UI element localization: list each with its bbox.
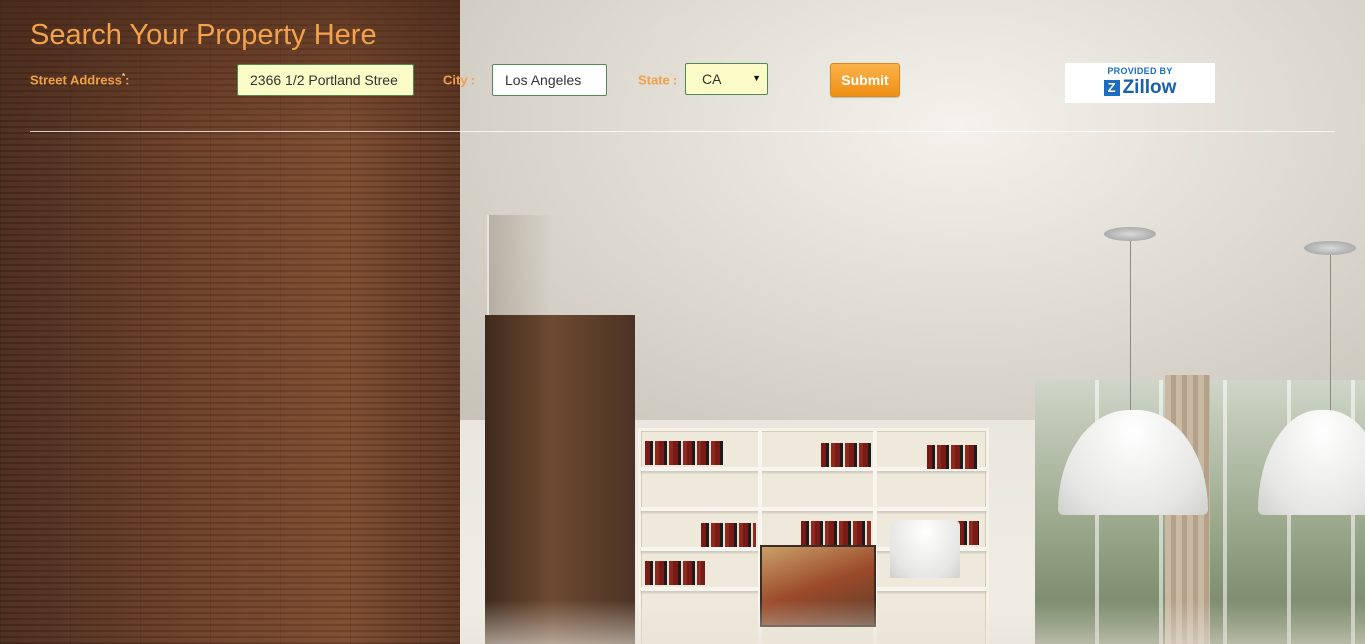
submit-button[interactable]: Submit bbox=[830, 63, 900, 97]
header-divider bbox=[30, 131, 1335, 132]
zillow-brand-text: Zillow bbox=[1122, 77, 1177, 98]
floor-lamp-shade bbox=[890, 520, 960, 578]
shelf-board bbox=[641, 507, 986, 511]
books bbox=[801, 521, 871, 545]
state-selected-value: CA bbox=[702, 71, 722, 87]
zillow-logo-icon: Z bbox=[1103, 80, 1120, 96]
zillow-brand-row: Z Zillow bbox=[1065, 77, 1215, 99]
books bbox=[701, 523, 756, 547]
wood-panel-mid bbox=[485, 315, 635, 644]
page-title: Search Your Property Here bbox=[30, 19, 377, 51]
books bbox=[645, 561, 705, 585]
provided-by-text: PROVIDED BY bbox=[1107, 66, 1173, 76]
state-label: State*: bbox=[638, 72, 677, 87]
zillow-badge[interactable]: PROVIDED BY Z Zillow bbox=[1065, 63, 1215, 103]
label-colon: : bbox=[470, 72, 476, 88]
city-input[interactable] bbox=[492, 64, 607, 96]
street-label-text: Street Address bbox=[30, 72, 122, 88]
lamp-canopy bbox=[1304, 241, 1356, 255]
books bbox=[927, 445, 977, 469]
label-colon: : bbox=[125, 72, 130, 88]
books bbox=[645, 441, 723, 465]
lamp-canopy bbox=[1104, 227, 1156, 241]
state-select[interactable]: CA ▼ bbox=[685, 63, 768, 95]
books bbox=[821, 443, 871, 467]
label-colon: : bbox=[672, 72, 678, 88]
dropdown-caret-icon: ▼ bbox=[752, 73, 761, 83]
city-label-text: City bbox=[443, 72, 468, 88]
street-address-input[interactable] bbox=[237, 64, 414, 96]
street-address-label: Street Address*: bbox=[30, 72, 129, 87]
city-label: City*: bbox=[443, 72, 475, 87]
state-label-text: State bbox=[638, 72, 670, 88]
floor-glow bbox=[460, 600, 1365, 644]
